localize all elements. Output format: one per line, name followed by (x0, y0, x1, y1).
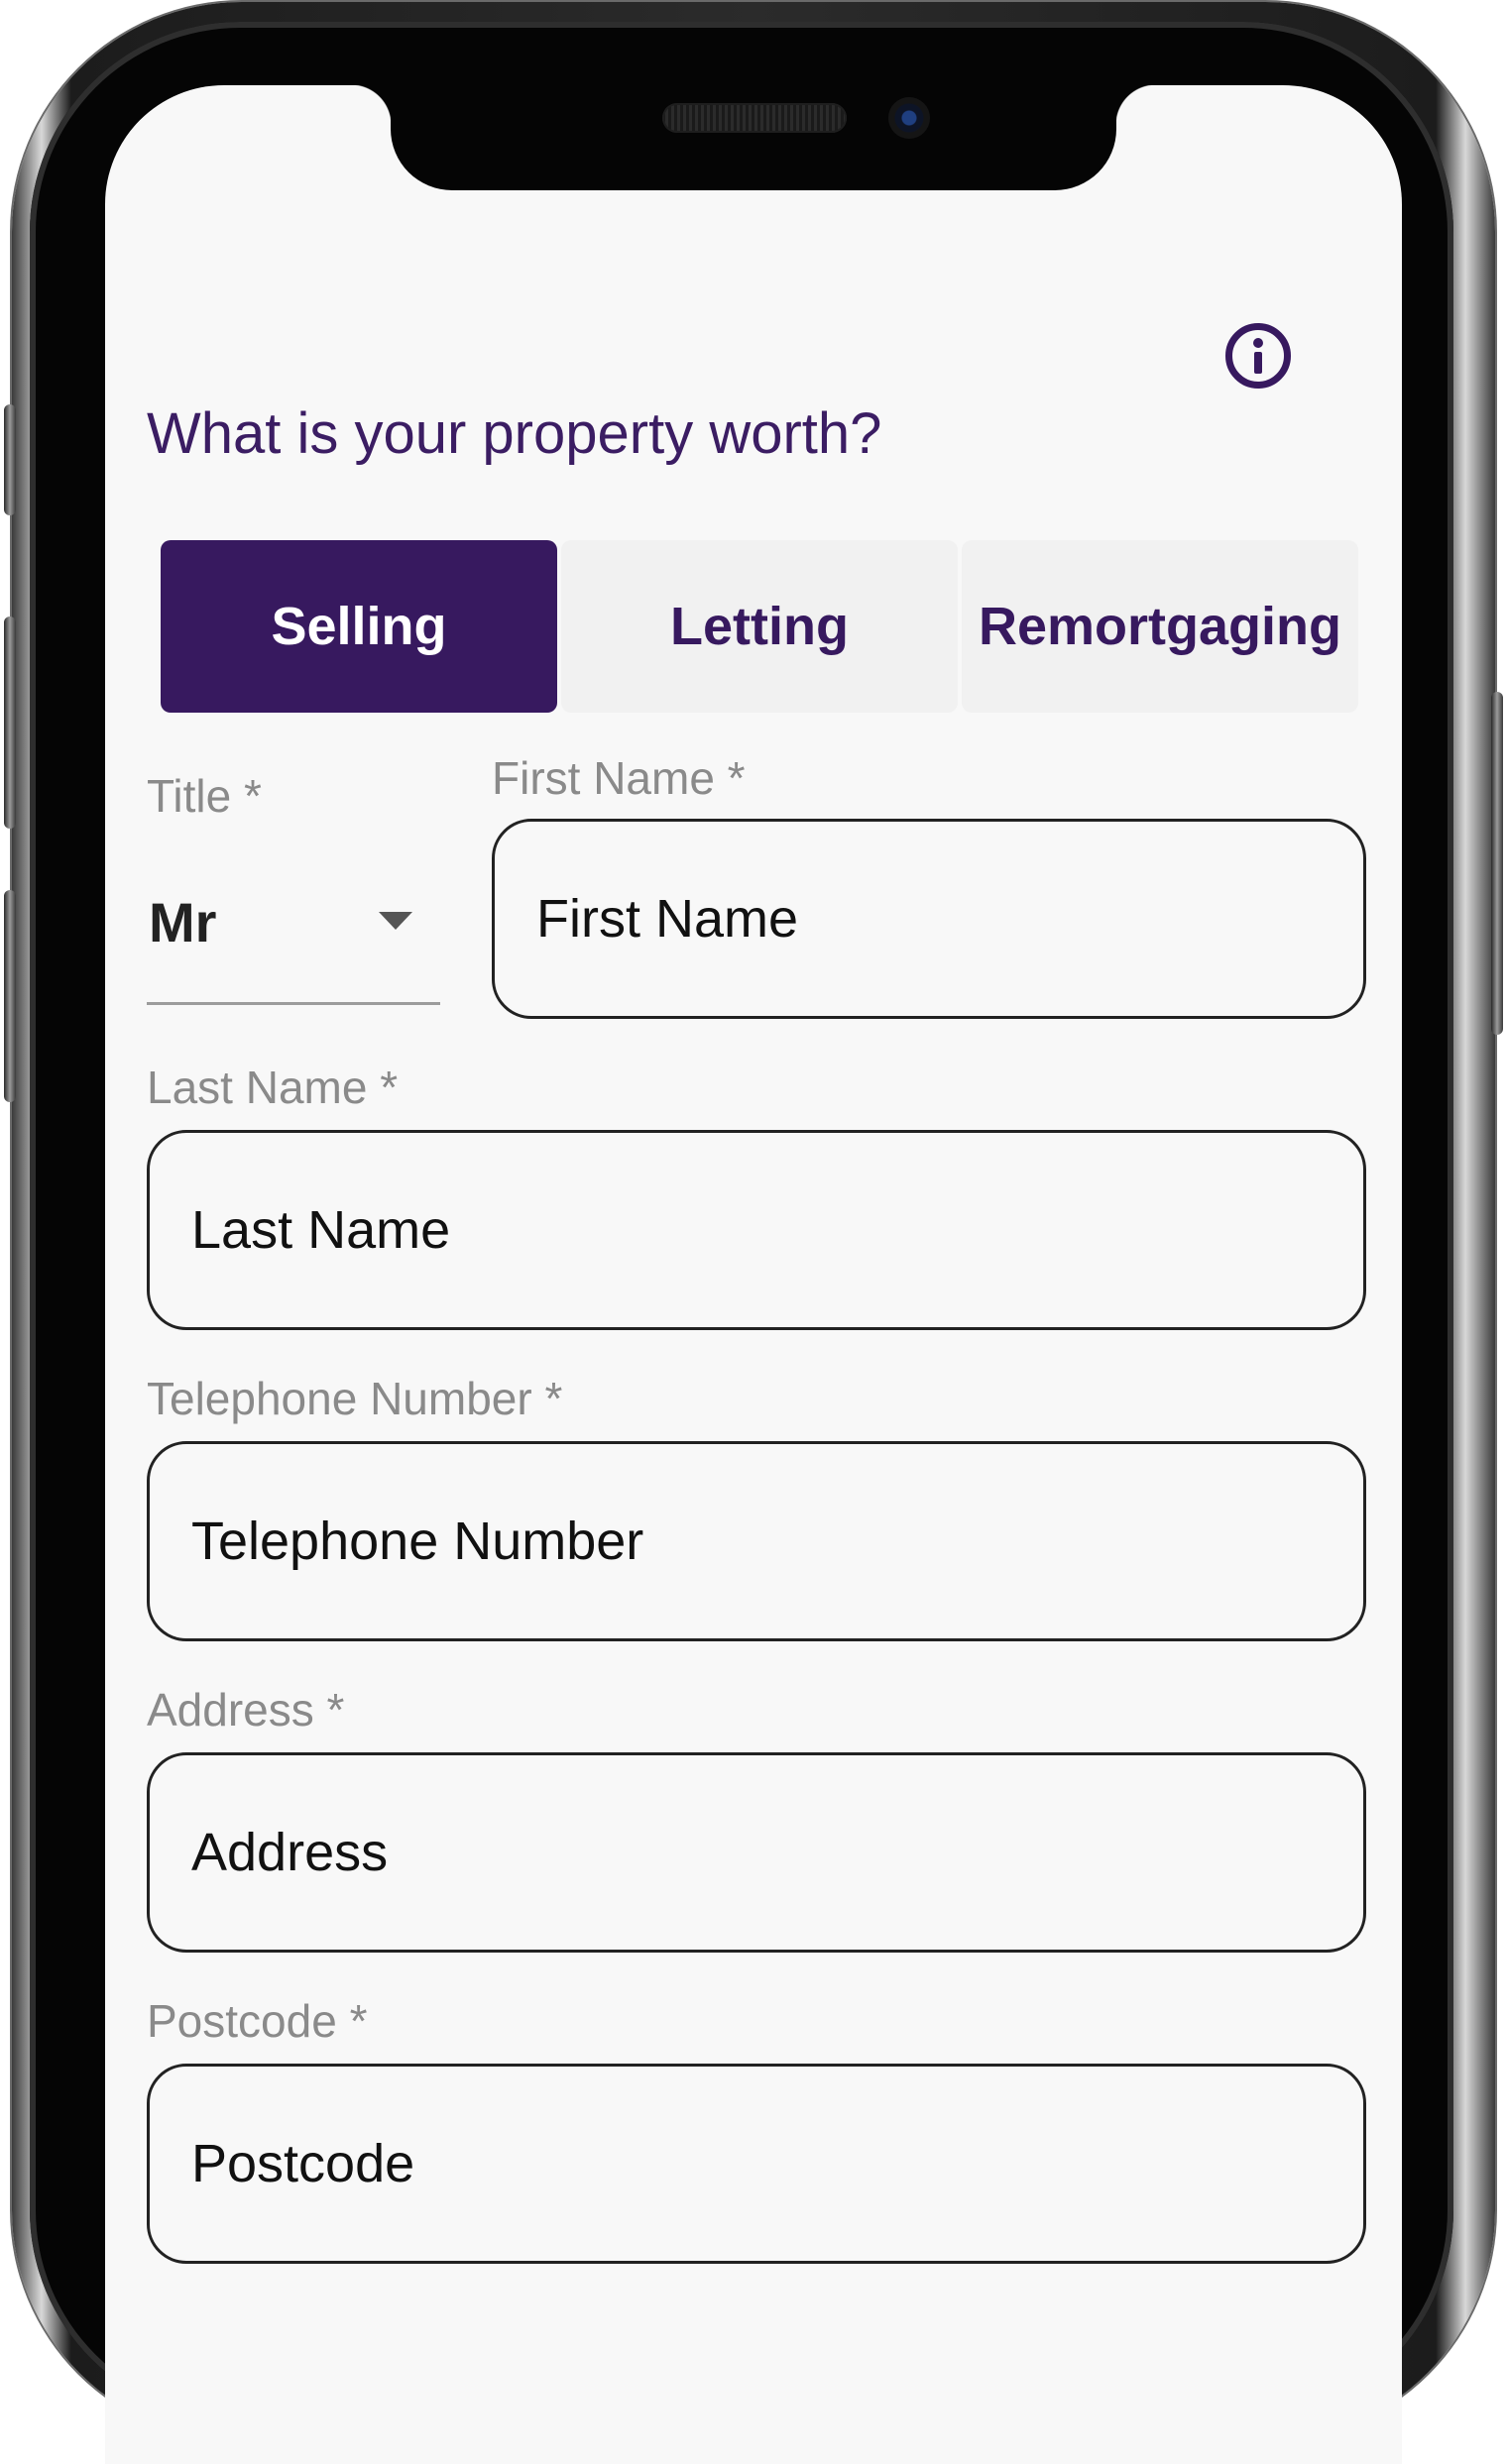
volume-up-button (4, 616, 16, 829)
volume-down-button (4, 890, 16, 1102)
first-name-field[interactable] (492, 819, 1366, 1019)
title-label: Title * (147, 770, 262, 822)
title-select[interactable]: Mr (147, 850, 440, 1005)
service-tabs: Selling Letting Remortgaging (161, 540, 1358, 713)
postcode-label: Postcode * (147, 1995, 368, 2047)
postcode-field[interactable] (147, 2064, 1366, 2264)
front-camera (888, 97, 930, 139)
speaker-grille (662, 103, 847, 133)
page-title: What is your property worth? (147, 401, 882, 466)
notch (351, 85, 1156, 190)
address-label: Address * (147, 1684, 345, 1736)
telephone-label: Telephone Number * (147, 1373, 563, 1424)
last-name-field[interactable] (147, 1130, 1366, 1330)
chevron-down-icon (379, 912, 412, 930)
tab-selling[interactable]: Selling (161, 540, 557, 713)
title-value: Mr (149, 891, 217, 953)
info-icon[interactable] (1225, 323, 1291, 389)
last-name-label: Last Name * (147, 1062, 399, 1113)
first-name-label: First Name * (492, 752, 746, 804)
mute-switch (4, 404, 16, 515)
power-button (1491, 692, 1503, 1035)
info-glyph (1253, 338, 1263, 374)
tab-remortgaging[interactable]: Remortgaging (962, 540, 1358, 713)
tab-letting[interactable]: Letting (561, 540, 958, 713)
telephone-field[interactable] (147, 1441, 1366, 1641)
address-field[interactable] (147, 1752, 1366, 1953)
